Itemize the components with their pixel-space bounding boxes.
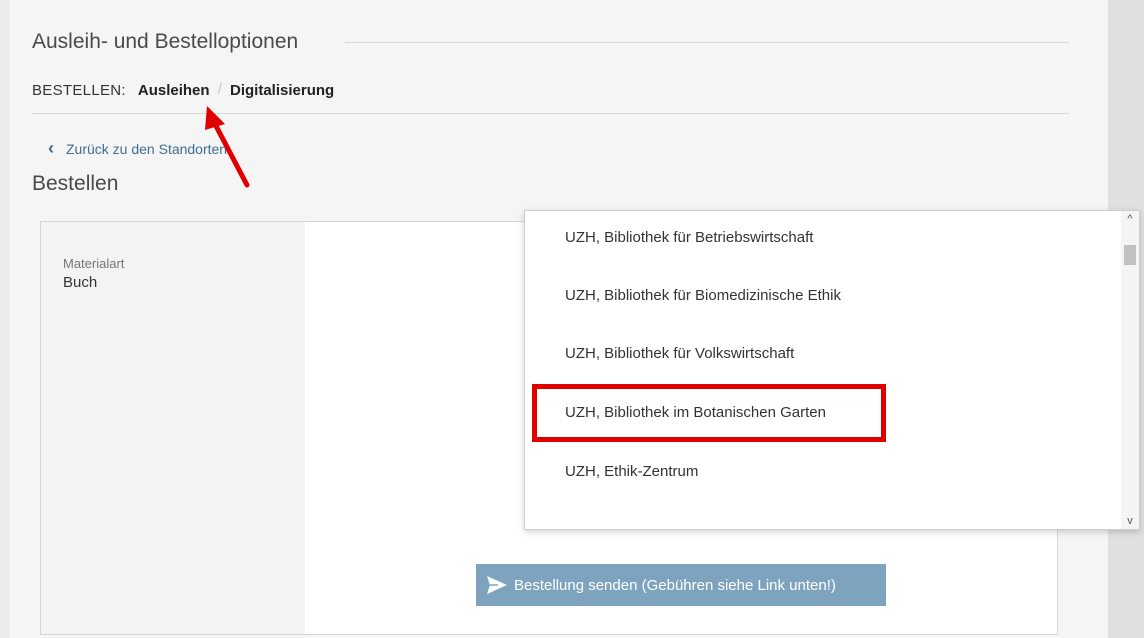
- page-title: Ausleih- und Bestelloptionen: [32, 30, 299, 53]
- chevron-left-icon: ‹: [48, 138, 54, 158]
- dropdown-option[interactable]: UZH, Ethik-Zentrum: [565, 463, 698, 480]
- tab-digitalisierung[interactable]: Digitalisierung: [230, 82, 334, 99]
- tabs-divider: [32, 113, 1069, 114]
- page-left-edge: [0, 0, 10, 638]
- order-type-tabs: BESTELLEN: Ausleihen / Digitalisierung: [32, 80, 334, 100]
- pickup-location-dropdown[interactable]: UZH, Bibliothek für Betriebswirtschaft U…: [524, 210, 1140, 530]
- annotation-arrow-icon: [205, 106, 250, 188]
- material-type-label: Materialart: [63, 256, 125, 271]
- chevron-down-icon[interactable]: v: [1121, 515, 1139, 527]
- dropdown-scrollbar[interactable]: ^ v: [1121, 211, 1139, 529]
- dropdown-option[interactable]: UZH, Bibliothek für Volkswirtschaft: [565, 345, 794, 362]
- dropdown-option[interactable]: UZH, Bibliothek für Biomedizinische Ethi…: [565, 287, 841, 304]
- dropdown-option[interactable]: UZH, Bibliothek für Betriebswirtschaft: [565, 229, 813, 246]
- tab-ausleihen[interactable]: Ausleihen: [138, 82, 210, 99]
- send-button-label: Bestellung senden (Gebühren siehe Link u…: [514, 576, 836, 594]
- order-label: BESTELLEN:: [32, 81, 126, 99]
- chevron-up-icon[interactable]: ^: [1121, 213, 1139, 225]
- tab-separator: /: [217, 81, 223, 98]
- dropdown-scroll-thumb[interactable]: [1124, 245, 1136, 265]
- send-order-button[interactable]: Bestellung senden (Gebühren siehe Link u…: [476, 564, 886, 606]
- item-details-column: Materialart Buch: [41, 222, 305, 634]
- material-type-value: Buch: [63, 274, 98, 291]
- title-divider: [345, 42, 1069, 43]
- paper-plane-icon: [487, 576, 507, 594]
- annotation-highlight-box: [532, 384, 886, 442]
- section-title: Bestellen: [32, 172, 119, 195]
